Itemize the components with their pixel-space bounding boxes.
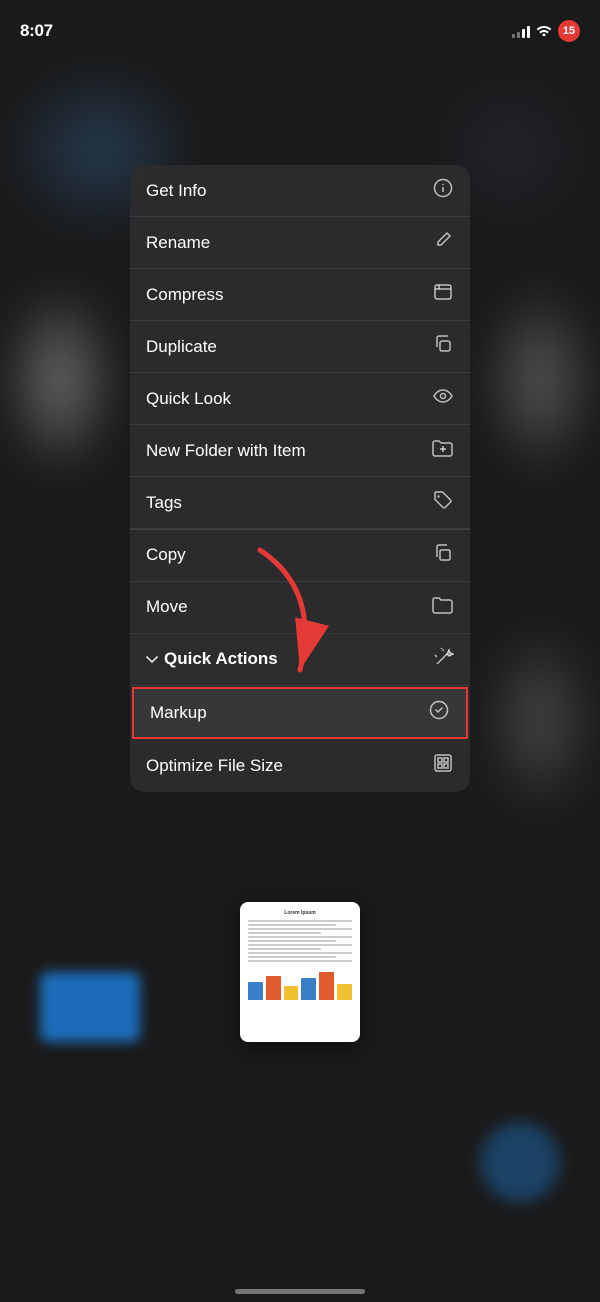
quick-actions-left: Quick Actions	[146, 649, 278, 669]
menu-item-move[interactable]: Move	[130, 582, 470, 634]
status-right: 15	[512, 20, 580, 42]
menu-label-compress: Compress	[146, 285, 223, 305]
menu-item-get-info[interactable]: Get Info	[130, 165, 470, 217]
signal-bar-1	[512, 34, 515, 38]
bg-blur-mid-left	[0, 280, 120, 480]
menu-item-rename[interactable]: Rename	[130, 217, 470, 269]
chevron-down-icon	[146, 652, 158, 667]
signal-bar-3	[522, 29, 525, 38]
menu-item-optimize[interactable]: Optimize File Size	[130, 740, 470, 792]
wifi-icon	[536, 23, 552, 39]
chart-bar-3	[284, 986, 299, 1000]
magic-wand-icon	[434, 647, 454, 672]
optimize-icon	[432, 753, 454, 778]
pencil-icon	[432, 231, 454, 254]
signal-bar-2	[517, 32, 520, 38]
lorem-line-2	[248, 924, 336, 926]
signal-bar-4	[527, 26, 530, 38]
menu-item-tags[interactable]: Tags	[130, 477, 470, 529]
file-title: Lorem Ipsum	[248, 910, 352, 916]
lorem-line-6	[248, 940, 336, 942]
compress-icon	[432, 282, 454, 307]
eye-icon	[432, 386, 454, 411]
quick-actions-header[interactable]: Quick Actions	[130, 634, 470, 686]
duplicate-icon	[432, 334, 454, 359]
menu-item-new-folder[interactable]: New Folder with Item	[130, 425, 470, 477]
status-bar: 8:07 15	[0, 0, 600, 50]
lorem-lines	[248, 920, 352, 962]
menu-label-copy: Copy	[146, 545, 186, 565]
bg-folder-blue	[40, 972, 140, 1042]
home-indicator	[235, 1289, 365, 1294]
tag-icon	[432, 490, 454, 515]
chart-bar-1	[248, 982, 263, 1000]
lorem-line-8	[248, 948, 321, 950]
lorem-line-10	[248, 956, 336, 958]
lorem-line-3	[248, 928, 352, 930]
menu-label-new-folder: New Folder with Item	[146, 441, 306, 461]
battery-badge: 15	[558, 20, 580, 42]
menu-label-quick-look: Quick Look	[146, 389, 231, 409]
bg-blur-lower-right	[480, 620, 600, 820]
chart-bar-5	[319, 972, 334, 1000]
info-icon	[432, 178, 454, 203]
menu-label-optimize: Optimize File Size	[146, 756, 283, 776]
copy-icon	[432, 543, 454, 568]
chart-preview	[248, 970, 352, 1000]
menu-label-markup: Markup	[150, 703, 207, 723]
bg-blur-mid-right	[480, 280, 600, 480]
chart-bar-2	[266, 976, 281, 1000]
menu-item-copy[interactable]: Copy	[130, 530, 470, 582]
menu-label-get-info: Get Info	[146, 181, 206, 201]
folder-plus-icon	[432, 439, 454, 462]
menu-label-rename: Rename	[146, 233, 210, 253]
lorem-line-1	[248, 920, 352, 922]
chart-bar-6	[337, 984, 352, 1000]
lorem-line-7	[248, 944, 352, 946]
context-menu: Get Info Rename Compress	[130, 165, 470, 792]
folder-icon	[432, 596, 454, 619]
quick-actions-label: Quick Actions	[164, 649, 278, 669]
menu-label-move: Move	[146, 597, 188, 617]
battery-container: 15	[558, 20, 580, 42]
menu-item-compress[interactable]: Compress	[130, 269, 470, 321]
lorem-line-9	[248, 952, 352, 954]
lorem-line-11	[248, 960, 352, 962]
lorem-line-5	[248, 936, 352, 938]
status-time: 8:07	[20, 21, 53, 41]
menu-item-markup[interactable]: Markup	[132, 687, 468, 739]
bg-folder-blue-2	[480, 1122, 560, 1202]
lorem-line-4	[248, 932, 321, 934]
file-preview: Lorem Ipsum	[240, 902, 360, 1042]
menu-label-duplicate: Duplicate	[146, 337, 217, 357]
menu-item-quick-look[interactable]: Quick Look	[130, 373, 470, 425]
menu-item-duplicate[interactable]: Duplicate	[130, 321, 470, 373]
markup-icon	[428, 700, 450, 725]
file-preview-inner: Lorem Ipsum	[240, 902, 360, 1042]
menu-label-tags: Tags	[146, 493, 182, 513]
chart-bar-4	[301, 978, 316, 1000]
signal-icon	[512, 24, 530, 38]
